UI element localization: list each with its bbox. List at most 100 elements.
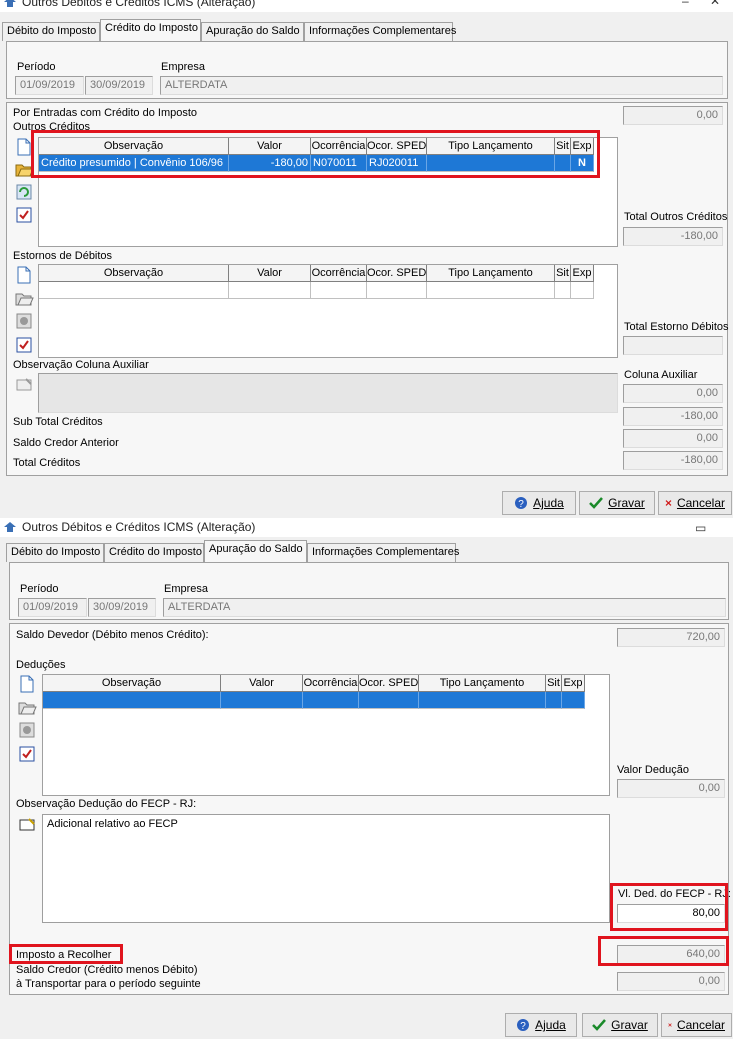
tab-informacoes[interactable]: Informações Complementares	[304, 22, 456, 41]
col-observacao[interactable]: Observação	[39, 265, 229, 282]
edit-note-icon[interactable]	[14, 375, 34, 395]
tab-credito[interactable]: Crédito do Imposto	[104, 543, 204, 562]
minimize-icon[interactable]: ‒	[682, 0, 689, 8]
refresh-icon[interactable]	[14, 182, 34, 202]
periodo-inicio-field[interactable]: 01/09/2019	[18, 598, 87, 617]
cell-empty	[311, 282, 367, 299]
close-icon[interactable]: ✕	[710, 0, 720, 8]
svg-text:?: ?	[520, 1021, 526, 1032]
minimize-icon[interactable]: ▭	[695, 521, 706, 535]
empresa-field[interactable]: ALTERDATA	[163, 598, 726, 617]
deducoes-grid[interactable]: Observação Valor Ocorrência Ocor. SPED T…	[42, 674, 610, 796]
tab-apuracao[interactable]: Apuração do Saldo	[201, 22, 304, 41]
total-estorno-label: Total Estorno Débitos	[624, 321, 729, 333]
cancelar-label: Cancelar	[676, 496, 725, 510]
check-icon	[592, 1019, 607, 1031]
col-sit[interactable]: Sit	[555, 138, 571, 155]
periodo-fim-field[interactable]: 30/09/2019	[88, 598, 156, 617]
checklist-icon[interactable]	[17, 744, 37, 764]
valor-deducao-label: Valor Dedução	[617, 764, 689, 776]
delete-icon[interactable]	[17, 720, 37, 740]
entradas-field[interactable]: 0,00	[623, 106, 723, 125]
periodo-label: Período	[20, 583, 59, 595]
col-sit[interactable]: Sit	[546, 675, 562, 692]
table-row[interactable]	[39, 282, 594, 299]
saldo-credor-label-line1: Saldo Credor (Crédito menos Débito)	[16, 964, 198, 976]
ajuda-button[interactable]: ? Ajuda	[505, 1013, 577, 1037]
title-bar: Outros Débitos e Créditos ICMS (Alteraçã…	[0, 519, 733, 537]
tab-informacoes[interactable]: Informações Complementares	[307, 543, 459, 562]
gravar-button[interactable]: Gravar	[582, 1013, 658, 1037]
subtotal-label: Sub Total Créditos	[13, 416, 103, 428]
cell-empty	[427, 282, 555, 299]
saldo-credor-field[interactable]: 0,00	[617, 972, 725, 991]
window-title: Outros Débitos e Créditos ICMS (Alteraçã…	[22, 520, 256, 534]
subtotal-field[interactable]: -180,00	[623, 407, 723, 426]
outros-creditos-grid[interactable]: Observação Valor Ocorrência Ocor. SPED T…	[38, 137, 618, 247]
col-ocor-sped[interactable]: Ocor. SPED	[359, 675, 419, 692]
tab-bar: Débito do Imposto Crédito do Imposto Apu…	[0, 540, 733, 562]
estornos-grid[interactable]: Observação Valor Ocorrência Ocor. SPED T…	[38, 264, 618, 358]
obs-aux-field[interactable]	[38, 373, 618, 413]
col-valor[interactable]: Valor	[229, 138, 311, 155]
new-icon[interactable]	[14, 265, 34, 285]
col-tipo-lancamento[interactable]: Tipo Lançamento	[427, 138, 555, 155]
col-ocor-sped[interactable]: Ocor. SPED	[367, 138, 427, 155]
total-creditos-label: Total Créditos	[13, 457, 81, 469]
cancelar-button[interactable]: Cancelar	[658, 491, 732, 515]
open-icon[interactable]	[17, 697, 37, 717]
valor-deducao-field[interactable]: 0,00	[617, 779, 725, 798]
ajuda-label: Ajuda	[535, 1018, 566, 1032]
open-icon[interactable]	[14, 159, 34, 179]
checklist-icon[interactable]	[14, 335, 34, 355]
saldo-devedor-field[interactable]: 720,00	[617, 628, 725, 647]
col-valor[interactable]: Valor	[229, 265, 311, 282]
tab-apuracao[interactable]: Apuração do Saldo	[204, 540, 307, 562]
empresa-label: Empresa	[164, 583, 209, 595]
total-outros-field[interactable]: -180,00	[623, 227, 723, 246]
tab-credito[interactable]: Crédito do Imposto	[100, 19, 201, 41]
cell-empty	[221, 692, 303, 709]
col-observacao[interactable]: Observação	[39, 138, 229, 155]
cancelar-button[interactable]: Cancelar	[661, 1013, 732, 1037]
edit-note-icon[interactable]	[17, 815, 37, 835]
col-ocorrencia[interactable]: Ocorrência	[303, 675, 359, 692]
gravar-button[interactable]: Gravar	[579, 491, 655, 515]
tab-debito[interactable]: Débito do Imposto	[2, 22, 100, 41]
periodo-inicio-field[interactable]: 01/09/2019	[15, 76, 84, 95]
col-exp[interactable]: Exp	[571, 138, 594, 155]
saldo-credor-anterior-field[interactable]: 0,00	[623, 429, 723, 448]
obs-deducao-textarea[interactable]: Adicional relativo ao FECP	[42, 814, 610, 923]
vl-ded-fecp-field[interactable]: 80,00	[617, 904, 725, 923]
col-sit[interactable]: Sit	[555, 265, 571, 282]
delete-icon[interactable]	[14, 311, 34, 331]
empresa-field[interactable]: ALTERDATA	[160, 76, 723, 95]
col-observacao[interactable]: Observação	[43, 675, 221, 692]
coluna-aux-field[interactable]: 0,00	[623, 384, 723, 403]
cell-empty	[39, 282, 229, 299]
periodo-panel: Período 01/09/2019 30/09/2019 Empresa AL…	[9, 562, 729, 620]
grid-header: Observação Valor Ocorrência Ocor. SPED T…	[39, 265, 594, 282]
open-icon[interactable]	[14, 288, 34, 308]
cell-ocorrencia: N070011	[311, 155, 367, 172]
col-ocorrencia[interactable]: Ocorrência	[311, 265, 367, 282]
cell-sit	[555, 155, 571, 172]
new-icon[interactable]	[17, 674, 37, 694]
col-ocorrencia[interactable]: Ocorrência	[311, 138, 367, 155]
table-row[interactable]	[43, 692, 585, 709]
ajuda-button[interactable]: ? Ajuda	[502, 491, 576, 515]
col-valor[interactable]: Valor	[221, 675, 303, 692]
periodo-fim-field[interactable]: 30/09/2019	[85, 76, 153, 95]
new-icon[interactable]	[14, 137, 34, 157]
col-ocor-sped[interactable]: Ocor. SPED	[367, 265, 427, 282]
imposto-recolher-field[interactable]: 640,00	[617, 945, 725, 964]
col-exp[interactable]: Exp	[562, 675, 585, 692]
col-exp[interactable]: Exp	[571, 265, 594, 282]
col-tipo-lancamento[interactable]: Tipo Lançamento	[427, 265, 555, 282]
total-creditos-field[interactable]: -180,00	[623, 451, 723, 470]
col-tipo-lancamento[interactable]: Tipo Lançamento	[419, 675, 546, 692]
checklist-icon[interactable]	[14, 205, 34, 225]
tab-debito[interactable]: Débito do Imposto	[6, 543, 104, 562]
total-estorno-field[interactable]	[623, 336, 723, 355]
table-row[interactable]: Crédito presumido | Convênio 106/96 -180…	[39, 155, 594, 172]
